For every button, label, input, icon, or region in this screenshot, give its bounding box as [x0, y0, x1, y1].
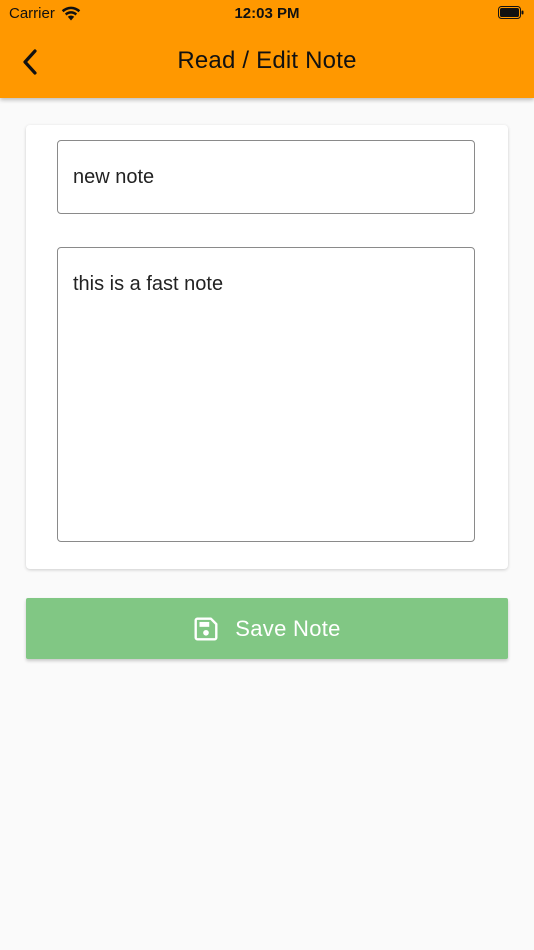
app-bar: Read / Edit Note: [0, 28, 534, 98]
status-bar: Carrier 12:03 PM: [0, 0, 534, 28]
note-card: this is a fast note: [26, 125, 508, 569]
note-title-input[interactable]: [57, 140, 475, 214]
status-time: 12:03 PM: [234, 5, 300, 22]
battery-icon: [498, 6, 524, 19]
page-title: Read / Edit Note: [177, 47, 357, 74]
note-content-input[interactable]: this is a fast note: [57, 247, 475, 542]
save-note-label: Save Note: [235, 615, 341, 641]
save-icon: [194, 617, 218, 640]
app-header: Carrier 12:03 PM Read / Edit Note: [0, 0, 534, 98]
save-note-button[interactable]: Save Note: [26, 598, 508, 659]
